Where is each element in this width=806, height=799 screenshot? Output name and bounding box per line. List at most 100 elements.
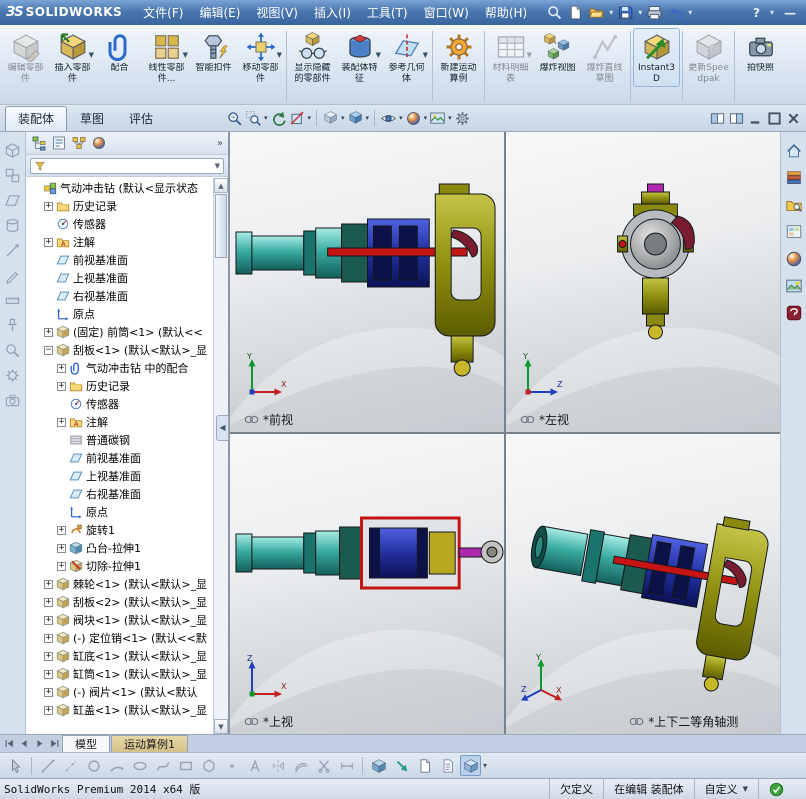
tool-trim-button[interactable]: [313, 755, 334, 776]
expand-toggle[interactable]: +: [44, 633, 53, 643]
ribbon-button-show-hidden[interactable]: 显示隐藏的零部件: [289, 28, 336, 87]
expand-toggle[interactable]: +: [57, 525, 66, 535]
expand-toggle[interactable]: +: [57, 417, 66, 427]
expand-toggle[interactable]: +: [44, 615, 53, 625]
nav-last-button[interactable]: [47, 735, 62, 752]
chevron-down-icon[interactable]: ▾: [399, 114, 403, 122]
menu-item-0[interactable]: 文件(F): [135, 1, 191, 24]
ribbon-button-assembly-features[interactable]: ▼ 装配体特征: [336, 28, 383, 87]
expand-toggle[interactable]: +: [57, 381, 66, 391]
expand-toggle[interactable]: +: [44, 669, 53, 679]
tree-item[interactable]: + 历史记录: [28, 197, 212, 215]
scene-icon[interactable]: [429, 110, 446, 127]
viewport-top[interactable]: Z X *上视: [230, 434, 504, 734]
tree-item[interactable]: + A 注解: [28, 233, 212, 251]
tree-filter-input[interactable]: ▼: [30, 157, 224, 174]
tree-item[interactable]: 传感器: [28, 215, 212, 233]
two-cubes-icon[interactable]: [4, 167, 21, 184]
chevron-down-icon[interactable]: ▼: [376, 51, 381, 59]
chevron-down-icon[interactable]: ▾: [308, 114, 312, 122]
menu-item-4[interactable]: 工具(T): [359, 1, 416, 24]
tree-item[interactable]: 传感器: [28, 395, 212, 413]
chevron-down-icon[interactable]: ▼: [423, 51, 428, 59]
expand-toggle[interactable]: +: [57, 363, 66, 373]
ribbon-button-reference-geometry[interactable]: ▼ 参考几何体: [383, 28, 430, 87]
tree-item[interactable]: + 棘轮<1> (默认<默认>_显: [28, 575, 212, 593]
print-icon[interactable]: [646, 4, 663, 21]
tree-item[interactable]: 原点: [28, 503, 212, 521]
design-library-icon[interactable]: [785, 169, 803, 187]
ribbon-button-speedpak[interactable]: 更新Speedpak: [685, 28, 732, 87]
tool-iso-cube-button[interactable]: [368, 755, 389, 776]
pane-left-icon[interactable]: [710, 111, 725, 126]
tab-2[interactable]: 评估: [117, 107, 165, 131]
tool-polygon-button[interactable]: [198, 755, 219, 776]
viewport-left[interactable]: Y Z *左视: [506, 132, 780, 432]
viewport-front[interactable]: Y X *前视: [230, 132, 504, 432]
ribbon-button-edit-component[interactable]: 编辑零部件: [2, 28, 49, 87]
tool-dimension-button[interactable]: [336, 755, 357, 776]
tree-item[interactable]: − 刮板<1> (默认<默认>_显: [28, 341, 212, 359]
view-palette-icon[interactable]: [785, 223, 803, 241]
expand-toggle[interactable]: +: [44, 597, 53, 607]
chevron-down-icon[interactable]: ▾: [341, 114, 345, 122]
tool-rectangle-button[interactable]: [175, 755, 196, 776]
cube-outline-icon[interactable]: [4, 142, 21, 159]
ribbon-button-instant3d[interactable]: Instant3D: [633, 28, 680, 87]
status-cell-2[interactable]: 自定义 ▼: [693, 779, 758, 799]
expand-toggle[interactable]: +: [44, 651, 53, 661]
tree-scrollbar[interactable]: ▲ ▼: [213, 178, 228, 734]
tool-arc-button[interactable]: [106, 755, 127, 776]
chevron-down-icon[interactable]: ▾: [638, 8, 642, 17]
view-settings-icon[interactable]: [454, 110, 471, 127]
section-icon[interactable]: [289, 110, 306, 127]
help-button[interactable]: ?: [753, 6, 760, 20]
chevron-down-icon[interactable]: ▼: [527, 51, 532, 59]
maximize-icon[interactable]: [767, 111, 782, 126]
tool-document2-button[interactable]: [437, 755, 458, 776]
property-manager-icon[interactable]: [51, 135, 67, 151]
tab-1[interactable]: 草图: [68, 107, 116, 131]
zoom-fit-icon[interactable]: [226, 110, 243, 127]
chevron-down-icon[interactable]: ▾: [688, 8, 692, 17]
chevron-down-icon[interactable]: ▼: [277, 51, 282, 59]
tool-mirror-button[interactable]: [267, 755, 288, 776]
chevron-down-icon[interactable]: ▼: [215, 162, 220, 170]
tree-item[interactable]: 上视基准面: [28, 467, 212, 485]
tree-item[interactable]: + A 注解: [28, 413, 212, 431]
save-icon[interactable]: [617, 4, 634, 21]
prev-view-icon[interactable]: [270, 110, 287, 127]
expand-toggle[interactable]: +: [44, 327, 53, 337]
tool-pressed-cube-button[interactable]: [460, 755, 481, 776]
tree-item[interactable]: 右视基准面: [28, 287, 212, 305]
chevron-down-icon[interactable]: ▾: [483, 761, 487, 770]
ruler-icon[interactable]: [4, 292, 21, 309]
chevron-down-icon[interactable]: ▼: [743, 785, 748, 793]
minimize-ui-icon[interactable]: —: [784, 6, 796, 20]
chevron-down-icon[interactable]: ▾: [609, 8, 613, 17]
scenes-icon[interactable]: [785, 277, 803, 295]
expand-toggle[interactable]: +: [44, 579, 53, 589]
status-check-cell[interactable]: [758, 779, 794, 799]
tool-ellipse-button[interactable]: [129, 755, 150, 776]
ribbon-button-exploded-view[interactable]: 爆炸视图: [534, 28, 581, 77]
tree-item[interactable]: + 凸台-拉伸1: [28, 539, 212, 557]
ribbon-button-insert-component[interactable]: ▼ 插入零部件: [49, 28, 96, 87]
scroll-down-arrow[interactable]: ▼: [214, 719, 228, 734]
appearance-icon[interactable]: [405, 110, 422, 127]
gear-icon[interactable]: [4, 367, 21, 384]
tree-item[interactable]: + 旋转1: [28, 521, 212, 539]
cylinder-icon[interactable]: [4, 217, 21, 234]
tree-item[interactable]: + 切除-拉伸1: [28, 557, 212, 575]
scrollbar-thumb[interactable]: [215, 194, 227, 258]
chevron-down-icon[interactable]: ▾: [770, 8, 774, 17]
axis-icon[interactable]: [4, 242, 21, 259]
chevron-down-icon[interactable]: ▾: [366, 114, 370, 122]
manager-tabs-overflow[interactable]: »: [217, 138, 223, 149]
tree-item[interactable]: + 缸底<1> (默认<默认>_显: [28, 647, 212, 665]
tree-item[interactable]: + 历史记录: [28, 377, 212, 395]
tool-circle-button[interactable]: [83, 755, 104, 776]
forum-icon[interactable]: [785, 304, 803, 322]
menu-item-2[interactable]: 视图(V): [248, 1, 306, 24]
ribbon-button-mate[interactable]: 配合: [96, 28, 143, 77]
